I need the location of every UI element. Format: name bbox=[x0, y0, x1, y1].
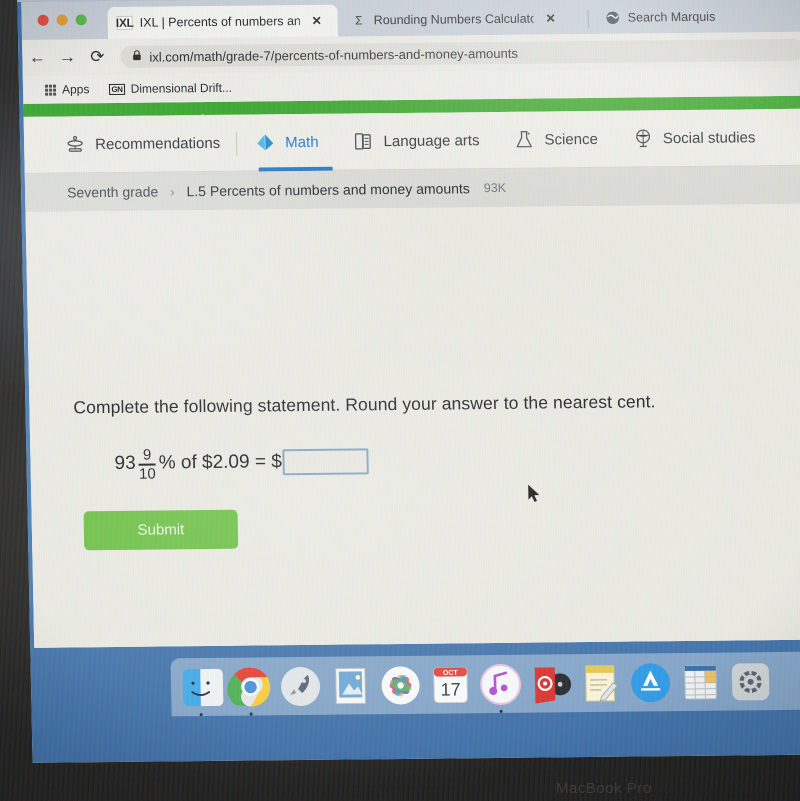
answer-input[interactable] bbox=[282, 448, 370, 476]
question-prompt: Complete the following statement. Round … bbox=[73, 391, 656, 418]
sigma-favicon-icon: Σ bbox=[354, 13, 363, 28]
nav-item-label: Language arts bbox=[383, 131, 480, 150]
dock-item-launchpad[interactable] bbox=[277, 662, 325, 709]
browser-tab-ixl[interactable]: IXL IXL | Percents of numbers and ✕ bbox=[107, 4, 339, 40]
dock-item-calendar[interactable]: OCT 17 bbox=[427, 661, 475, 708]
book-icon bbox=[352, 130, 374, 152]
url-text: ixl.com/math/grade-7/percents-of-numbers… bbox=[149, 45, 519, 65]
laptop-photo: MacBook Pro  Chrome File Edit View Hist… bbox=[0, 0, 800, 801]
back-button[interactable]: ← bbox=[22, 48, 52, 68]
minimize-window-button[interactable] bbox=[56, 14, 68, 26]
apps-grid-icon bbox=[44, 84, 57, 96]
flask-icon bbox=[513, 129, 535, 151]
mixed-fraction: 9 10 bbox=[138, 446, 156, 483]
nav-item-label: Social studies bbox=[662, 128, 756, 147]
gn-chip-icon: GN bbox=[109, 83, 125, 95]
tab-title: Search Marquis bbox=[627, 9, 716, 25]
question-area: Complete the following statement. Round … bbox=[25, 203, 800, 648]
forward-button[interactable]: → bbox=[52, 47, 82, 67]
zoom-window-button[interactable] bbox=[75, 14, 87, 26]
dock-item-music[interactable] bbox=[527, 660, 575, 707]
globe-stand-icon bbox=[632, 127, 654, 149]
nav-item-label: Math bbox=[285, 133, 319, 151]
math-diamond-icon bbox=[254, 131, 276, 153]
percent-symbol: % bbox=[158, 452, 176, 474]
bookmark-apps[interactable]: Apps bbox=[44, 82, 90, 97]
nav-item-label: Recommendations bbox=[94, 134, 221, 153]
macos-dock: OCT 17 bbox=[170, 651, 800, 717]
dock-item-photos[interactable] bbox=[377, 661, 425, 708]
dock-item-app-store[interactable] bbox=[627, 659, 675, 706]
nav-divider bbox=[235, 131, 238, 156]
breadcrumb-grade[interactable]: Seventh grade bbox=[67, 184, 158, 201]
expr-equals: = bbox=[249, 451, 272, 473]
nav-item-science[interactable]: Science bbox=[513, 110, 599, 168]
submit-button[interactable]: Submit bbox=[83, 509, 239, 551]
tab-close-icon[interactable]: ✕ bbox=[312, 14, 322, 28]
nav-item-label: Science bbox=[544, 130, 599, 148]
tab-title: Rounding Numbers Calculator bbox=[373, 11, 534, 28]
nav-item-language-arts[interactable]: Language arts bbox=[352, 112, 480, 170]
ixl-favicon-icon: IXL bbox=[115, 15, 134, 30]
nav-item-recommendations[interactable]: Recommendations bbox=[64, 114, 221, 173]
expr-of-text: of bbox=[175, 452, 203, 474]
ixl-page: Recommendations Math Language arts Scien… bbox=[23, 95, 800, 648]
browser-tab-rounding-calculator[interactable]: Σ Rounding Numbers Calculator ✕ bbox=[341, 2, 582, 37]
tab-close-icon[interactable]: ✕ bbox=[546, 11, 556, 25]
dock-item-preview[interactable] bbox=[327, 662, 375, 709]
nav-item-social-studies[interactable]: Social studies bbox=[631, 109, 756, 167]
close-window-button[interactable] bbox=[37, 14, 49, 26]
browser-tab-search-marquis[interactable]: Search Marquis bbox=[595, 0, 786, 34]
breadcrumb-separator-icon: › bbox=[170, 183, 175, 199]
fraction-denominator: 10 bbox=[138, 465, 156, 483]
globe-favicon-icon bbox=[605, 11, 621, 25]
skill-practice-count: 93K bbox=[483, 180, 507, 196]
dock-item-notes[interactable] bbox=[577, 659, 625, 706]
running-indicator-dot bbox=[199, 712, 203, 716]
dollar-sign: $ bbox=[271, 451, 283, 473]
breadcrumb-skill: L.5 Percents of numbers and money amount… bbox=[186, 180, 470, 200]
svg-text:OCT: OCT bbox=[443, 669, 459, 676]
chrome-browser-window: IXL IXL | Percents of numbers and ✕ Σ Ro… bbox=[21, 0, 800, 648]
nav-item-math[interactable]: Math bbox=[235, 113, 333, 171]
lock-icon bbox=[132, 50, 141, 64]
bookmark-label: Apps bbox=[61, 82, 90, 97]
fraction-numerator: 9 bbox=[142, 446, 152, 464]
ixl-subject-nav: Recommendations Math Language arts Scien… bbox=[23, 108, 800, 174]
tab-divider bbox=[587, 10, 589, 29]
dock-item-finder[interactable] bbox=[177, 663, 225, 716]
running-indicator-dot bbox=[499, 709, 503, 713]
svg-text:17: 17 bbox=[440, 679, 460, 699]
mouse-cursor bbox=[528, 484, 542, 505]
dock-item-google-chrome[interactable] bbox=[227, 663, 275, 716]
expr-whole-number: 93 bbox=[114, 452, 136, 474]
bookmark-dimensional-drift[interactable]: GN Dimensional Drift... bbox=[109, 81, 232, 96]
dock-item-system-preferences[interactable] bbox=[727, 658, 775, 705]
address-bar[interactable]: ixl.com/math/grade-7/percents-of-numbers… bbox=[120, 38, 800, 68]
running-indicator-dot bbox=[249, 712, 253, 716]
dock-item-numbers[interactable] bbox=[677, 658, 725, 705]
question-expression: 93 9 10 % of $2.09 = $ bbox=[114, 444, 370, 483]
expr-amount: $2.09 bbox=[201, 451, 250, 474]
bookmark-label: Dimensional Drift... bbox=[130, 80, 233, 96]
laptop-screen:  Chrome File Edit View History Bookmark… bbox=[17, 0, 800, 763]
reload-button[interactable]: ⟳ bbox=[82, 47, 112, 67]
bezel-brand-label: MacBook Pro bbox=[556, 780, 652, 797]
tab-title: IXL | Percents of numbers and bbox=[139, 14, 300, 30]
recommendations-icon bbox=[64, 133, 86, 155]
dock-item-itunes[interactable] bbox=[477, 660, 525, 713]
